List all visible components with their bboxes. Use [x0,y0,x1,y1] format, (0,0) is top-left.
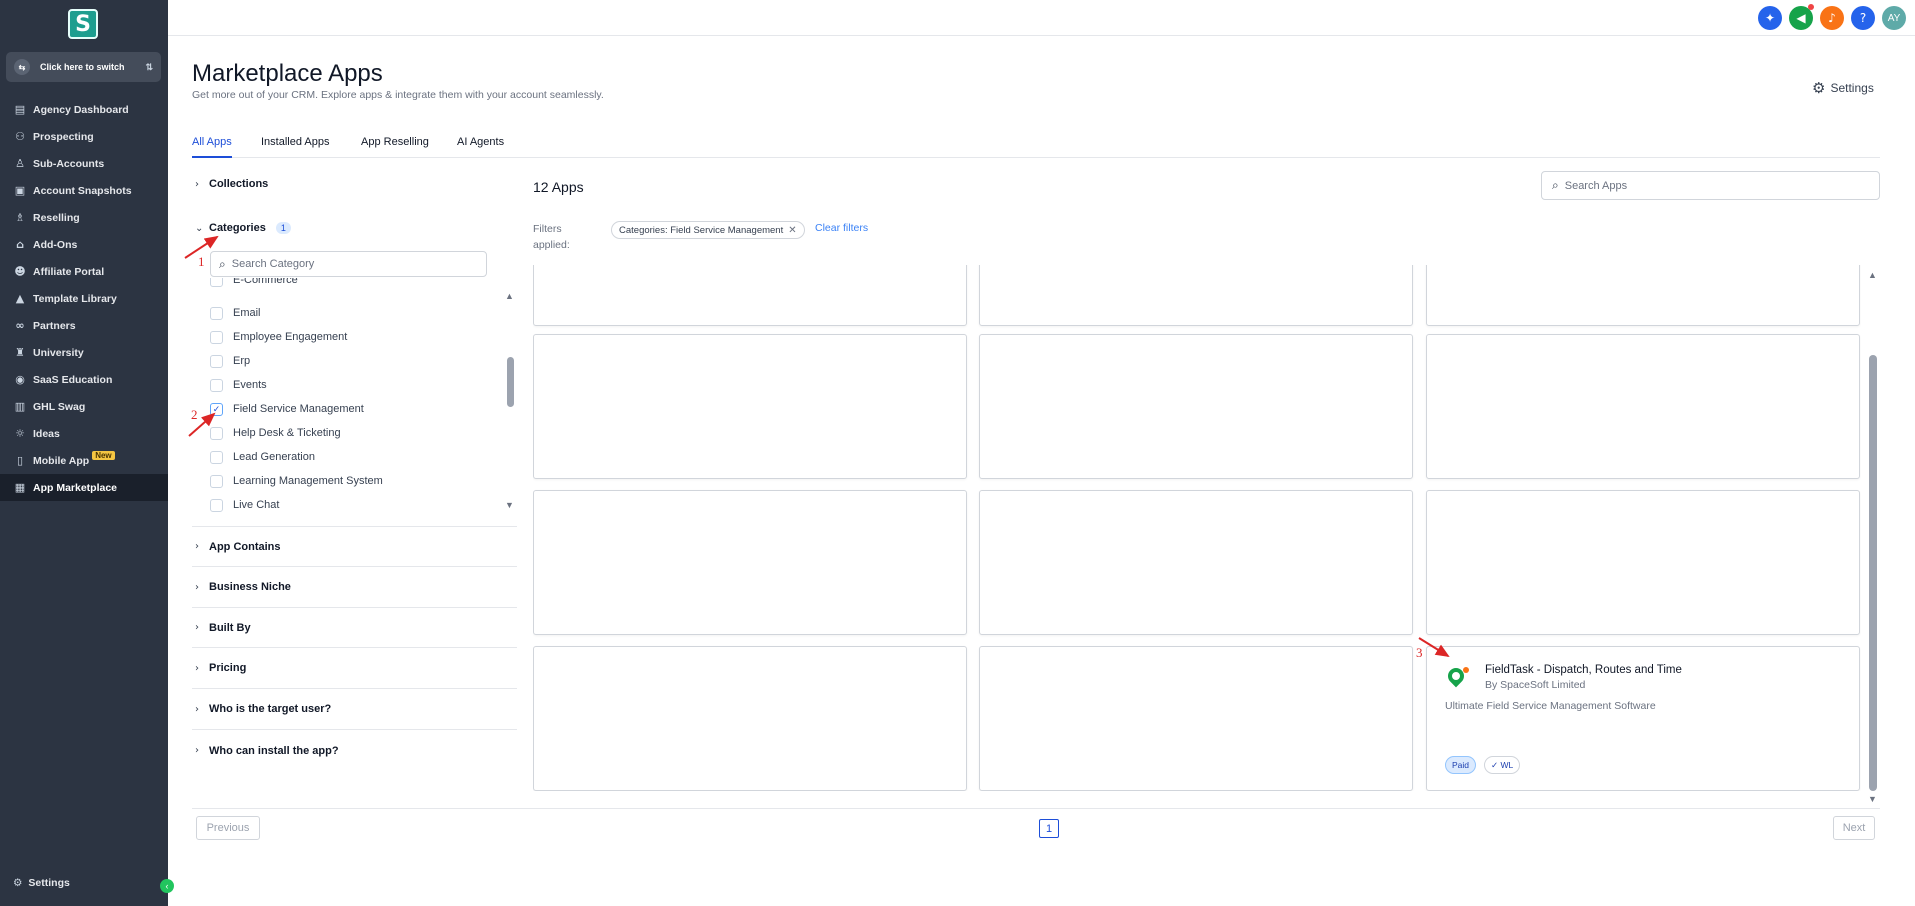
annotation-arrow-3 [1418,637,1450,658]
annotation-number-1: 1 [198,254,205,269]
annotation-number-3: 3 [1416,645,1423,660]
annotation-number-2: 2 [191,407,198,422]
annotation-arrows [184,235,1450,658]
